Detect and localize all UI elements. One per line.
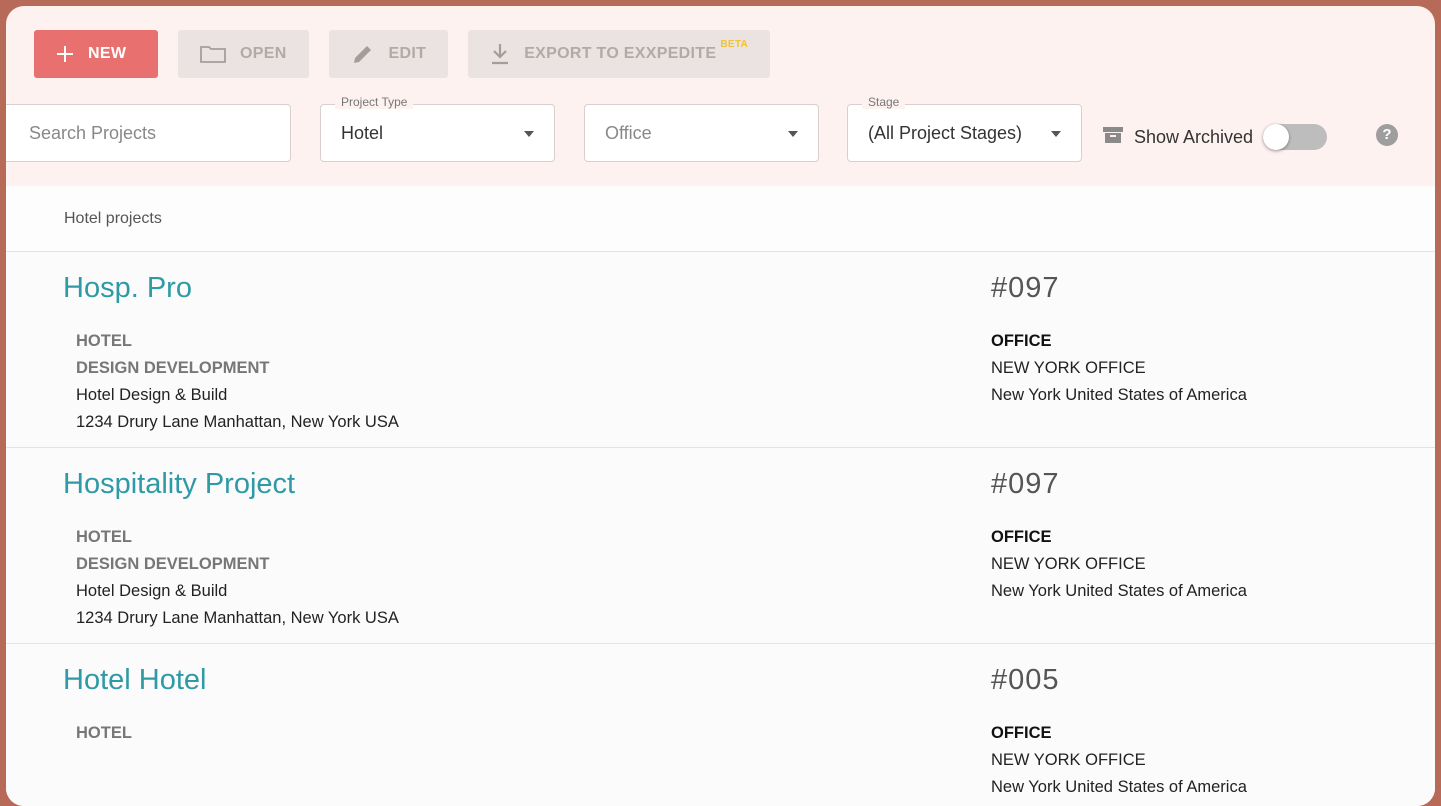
project-number: #005 <box>991 664 1060 696</box>
open-button[interactable]: OPEN <box>178 30 309 78</box>
toolbar: NEW OPEN EDIT EXPORT TO EXXPEDITE BETA <box>34 30 771 80</box>
project-type: HOTEL <box>76 332 132 350</box>
project-type: HOTEL <box>76 528 132 546</box>
office-label: OFFICE <box>991 528 1052 546</box>
office-name: NEW YORK OFFICE <box>991 359 1146 377</box>
project-number: #097 <box>991 468 1060 500</box>
project-number: #097 <box>991 272 1060 304</box>
project-stage: DESIGN DEVELOPMENT <box>76 359 270 377</box>
project-title[interactable]: Hosp. Pro <box>63 272 192 305</box>
project-title[interactable]: Hospitality Project <box>63 468 295 501</box>
stage-select[interactable]: Stage (All Project Stages) <box>847 95 1082 162</box>
show-archived-toggle[interactable] <box>1263 124 1328 150</box>
project-details: HOTEL DESIGN DEVELOPMENT Hotel Design & … <box>76 328 399 436</box>
project-type-legend: Project Type <box>335 95 414 109</box>
project-address: 1234 Drury Lane Manhattan, New York USA <box>76 413 399 431</box>
office-select[interactable]: Office <box>584 104 819 162</box>
edit-button[interactable]: EDIT <box>328 30 449 78</box>
folder-icon <box>200 45 226 63</box>
list-header: Hotel projects <box>6 186 1435 252</box>
new-button[interactable]: NEW <box>34 30 158 78</box>
export-button[interactable]: EXPORT TO EXXPEDITE BETA <box>468 30 771 78</box>
project-details: HOTEL <box>76 720 132 747</box>
project-type-value: Hotel <box>341 122 384 143</box>
project-address: 1234 Drury Lane Manhattan, New York USA <box>76 609 399 627</box>
office-location: New York United States of America <box>991 582 1247 600</box>
search-input[interactable]: Search Projects <box>6 104 291 162</box>
edit-button-label: EDIT <box>388 45 427 62</box>
caret-down-icon <box>788 131 798 137</box>
download-icon <box>490 43 510 65</box>
toggle-knob <box>1263 124 1290 150</box>
caret-down-icon <box>1051 131 1061 137</box>
office-placeholder: Office <box>605 122 652 143</box>
new-button-label: NEW <box>88 45 127 62</box>
office-location: New York United States of America <box>991 778 1247 796</box>
app-frame: NEW OPEN EDIT EXPORT TO EXXPEDITE BETA S… <box>6 6 1435 806</box>
office-details: OFFICE NEW YORK OFFICE New York United S… <box>991 720 1247 801</box>
search-placeholder: Search Projects <box>29 122 157 143</box>
office-location: New York United States of America <box>991 386 1247 404</box>
pencil-icon <box>351 42 375 66</box>
archive-box-icon <box>1102 126 1124 149</box>
project-list: Hotel projects Hosp. Pro #097 HOTEL DESI… <box>6 186 1435 806</box>
plus-icon <box>56 45 74 63</box>
filter-bar: Search Projects Project Type Hotel Offic… <box>6 95 1435 166</box>
project-row[interactable]: Hotel Hotel #005 HOTEL OFFICE NEW YORK O… <box>6 644 1435 806</box>
office-label: OFFICE <box>991 332 1052 350</box>
show-archived-control: Show Archived <box>1102 124 1328 150</box>
beta-badge: BETA <box>720 38 749 50</box>
caret-down-icon <box>524 131 534 137</box>
export-button-label: EXPORT TO EXXPEDITE <box>524 45 717 62</box>
project-description: Hotel Design & Build <box>76 386 228 404</box>
project-title[interactable]: Hotel Hotel <box>63 664 206 697</box>
project-type: HOTEL <box>76 724 132 742</box>
project-row[interactable]: Hosp. Pro #097 HOTEL DESIGN DEVELOPMENT … <box>6 252 1435 448</box>
project-stage: DESIGN DEVELOPMENT <box>76 555 270 573</box>
project-type-select[interactable]: Project Type Hotel <box>320 95 555 162</box>
office-details: OFFICE NEW YORK OFFICE New York United S… <box>991 524 1247 605</box>
stage-legend: Stage <box>862 95 906 109</box>
office-name: NEW YORK OFFICE <box>991 751 1146 769</box>
project-description: Hotel Design & Build <box>76 582 228 600</box>
project-row[interactable]: Hospitality Project #097 HOTEL DESIGN DE… <box>6 448 1435 644</box>
show-archived-label: Show Archived <box>1134 126 1254 147</box>
project-details: HOTEL DESIGN DEVELOPMENT Hotel Design & … <box>76 524 399 632</box>
office-name: NEW YORK OFFICE <box>991 555 1146 573</box>
stage-value: (All Project Stages) <box>868 122 1023 143</box>
office-label: OFFICE <box>991 724 1052 742</box>
open-button-label: OPEN <box>240 45 287 62</box>
help-icon[interactable]: ? <box>1376 124 1398 146</box>
office-details: OFFICE NEW YORK OFFICE New York United S… <box>991 328 1247 409</box>
